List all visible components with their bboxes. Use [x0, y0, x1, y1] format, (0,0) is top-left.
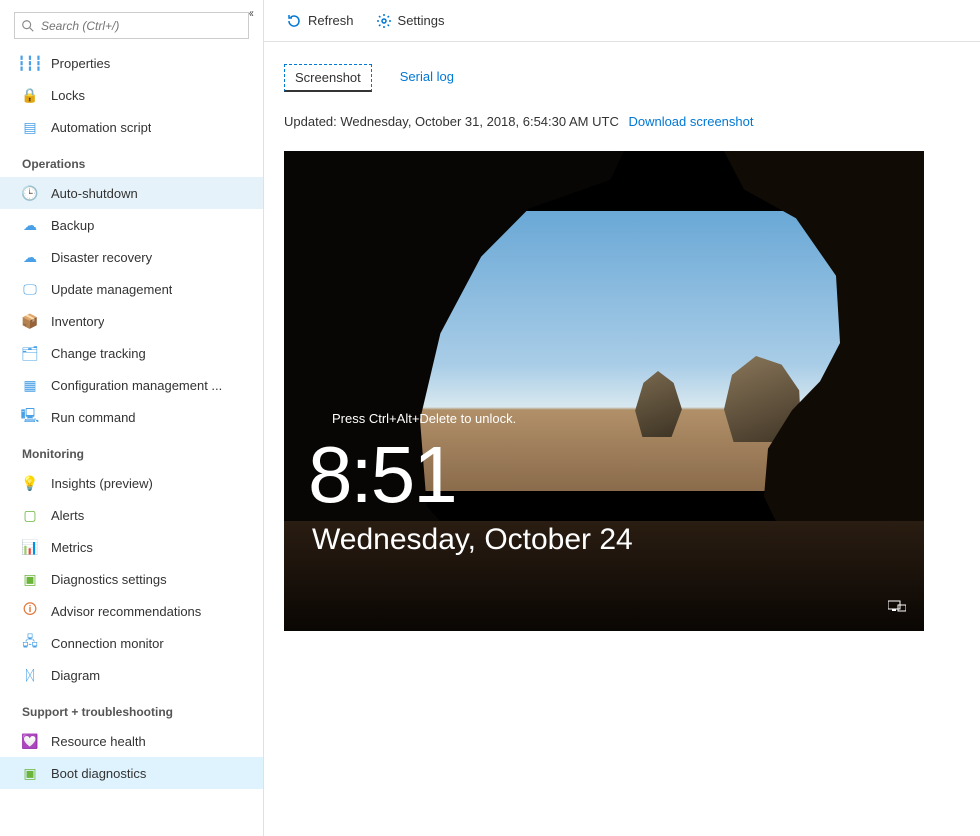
search-input[interactable]: [41, 19, 242, 33]
lockscreen-hint: Press Ctrl+Alt+Delete to unlock.: [332, 411, 516, 426]
sidebar-search[interactable]: [14, 12, 249, 39]
collapse-sidebar-icon[interactable]: «: [249, 6, 254, 20]
refresh-icon: [286, 13, 302, 29]
backup-icon: ☁: [22, 217, 38, 233]
sidebar-item-boot-diagnostics[interactable]: ▣ Boot diagnostics: [0, 757, 263, 789]
boot-diag-icon: ▣: [22, 765, 38, 781]
sidebar-item-label: Update management: [51, 282, 172, 297]
network-icon: [888, 599, 906, 613]
sidebar-item-label: Metrics: [51, 540, 93, 555]
inventory-icon: 📦: [22, 313, 38, 329]
lockscreen-time: 8:51: [308, 429, 456, 521]
sidebar-item-label: Connection monitor: [51, 636, 164, 651]
gear-icon: [376, 13, 392, 29]
sidebar-item-diagnostics-settings[interactable]: ▣ Diagnostics settings: [0, 563, 263, 595]
sidebar-item-automation-script[interactable]: ▤ Automation script: [0, 111, 263, 143]
clock-icon: 🕒: [22, 185, 38, 201]
insights-icon: 💡: [22, 475, 38, 491]
sidebar-item-insights[interactable]: 💡 Insights (preview): [0, 467, 263, 499]
tabs: Screenshot Serial log: [284, 64, 960, 92]
section-operations: Operations: [0, 143, 263, 177]
refresh-button[interactable]: Refresh: [286, 13, 354, 29]
diagnostics-icon: ▣: [22, 571, 38, 587]
sidebar-item-run-command[interactable]: 🖳 Run command: [0, 401, 263, 433]
properties-icon: ┇┇┇: [22, 55, 38, 71]
refresh-label: Refresh: [308, 13, 354, 28]
toolbar: Refresh Settings: [264, 0, 980, 42]
sidebar-item-metrics[interactable]: 📊 Metrics: [0, 531, 263, 563]
sidebar-item-label: Boot diagnostics: [51, 766, 146, 781]
alerts-icon: ▢: [22, 507, 38, 523]
settings-button[interactable]: Settings: [376, 13, 445, 29]
sidebar-item-locks[interactable]: 🔒 Locks: [0, 79, 263, 111]
sidebar-item-label: Auto-shutdown: [51, 186, 138, 201]
sidebar-item-label: Diagnostics settings: [51, 572, 167, 587]
sidebar-item-backup[interactable]: ☁ Backup: [0, 209, 263, 241]
sidebar-item-label: Disaster recovery: [51, 250, 152, 265]
updated-row: Updated: Wednesday, October 31, 2018, 6:…: [284, 114, 960, 129]
sidebar-item-diagram[interactable]: ᛞ Diagram: [0, 659, 263, 691]
sidebar-item-label: Change tracking: [51, 346, 146, 361]
section-support: Support + troubleshooting: [0, 691, 263, 725]
sidebar-item-configuration-management[interactable]: ▦ Configuration management ...: [0, 369, 263, 401]
sidebar-item-label: Run command: [51, 410, 136, 425]
sidebar: « ┇┇┇ Properties 🔒 Locks ▤ Automation sc…: [0, 0, 264, 836]
sidebar-item-label: Alerts: [51, 508, 84, 523]
updated-timestamp: Wednesday, October 31, 2018, 6:54:30 AM …: [340, 114, 618, 129]
sidebar-item-label: Inventory: [51, 314, 104, 329]
update-icon: 🖵: [22, 281, 38, 297]
sidebar-item-label: Advisor recommendations: [51, 604, 201, 619]
vm-screenshot: Press Ctrl+Alt+Delete to unlock. 8:51 We…: [284, 151, 924, 631]
sidebar-item-disaster-recovery[interactable]: ☁ Disaster recovery: [0, 241, 263, 273]
metrics-icon: 📊: [22, 539, 38, 555]
lockscreen-date: Wednesday, October 24: [312, 523, 633, 557]
sidebar-item-update-management[interactable]: 🖵 Update management: [0, 273, 263, 305]
main-content: Refresh Settings Screenshot Serial log U…: [264, 0, 980, 836]
settings-label: Settings: [398, 13, 445, 28]
content-area: Screenshot Serial log Updated: Wednesday…: [264, 42, 980, 653]
tab-serial-log[interactable]: Serial log: [390, 64, 464, 92]
sidebar-item-label: Properties: [51, 56, 110, 71]
sidebar-item-auto-shutdown[interactable]: 🕒 Auto-shutdown: [0, 177, 263, 209]
sidebar-item-resource-health[interactable]: 💟 Resource health: [0, 725, 263, 757]
config-icon: ▦: [22, 377, 38, 393]
sidebar-item-label: Locks: [51, 88, 85, 103]
connection-monitor-icon: 🖧: [22, 635, 38, 651]
sidebar-item-label: Diagram: [51, 668, 100, 683]
change-tracking-icon: 🗂: [22, 345, 38, 361]
sidebar-item-label: Configuration management ...: [51, 378, 222, 393]
updated-prefix: Updated:: [284, 114, 340, 129]
sidebar-item-change-tracking[interactable]: 🗂 Change tracking: [0, 337, 263, 369]
run-command-icon: 🖳: [22, 409, 38, 425]
download-screenshot-link[interactable]: Download screenshot: [628, 114, 753, 129]
sidebar-item-inventory[interactable]: 📦 Inventory: [0, 305, 263, 337]
health-icon: 💟: [22, 733, 38, 749]
section-monitoring: Monitoring: [0, 433, 263, 467]
sidebar-item-connection-monitor[interactable]: 🖧 Connection monitor: [0, 627, 263, 659]
sidebar-item-properties[interactable]: ┇┇┇ Properties: [0, 47, 263, 79]
recovery-icon: ☁: [22, 249, 38, 265]
sidebar-item-advisor[interactable]: 🛈 Advisor recommendations: [0, 595, 263, 627]
sidebar-item-label: Insights (preview): [51, 476, 153, 491]
sidebar-item-label: Backup: [51, 218, 94, 233]
tab-screenshot[interactable]: Screenshot: [284, 64, 372, 92]
sidebar-item-label: Resource health: [51, 734, 146, 749]
search-icon: [21, 19, 35, 33]
sidebar-item-label: Automation script: [51, 120, 151, 135]
lock-icon: 🔒: [22, 87, 38, 103]
sidebar-scroll[interactable]: ┇┇┇ Properties 🔒 Locks ▤ Automation scri…: [0, 0, 263, 836]
advisor-icon: 🛈: [22, 603, 38, 619]
sidebar-item-alerts[interactable]: ▢ Alerts: [0, 499, 263, 531]
diagram-icon: ᛞ: [22, 667, 38, 683]
script-icon: ▤: [22, 119, 38, 135]
